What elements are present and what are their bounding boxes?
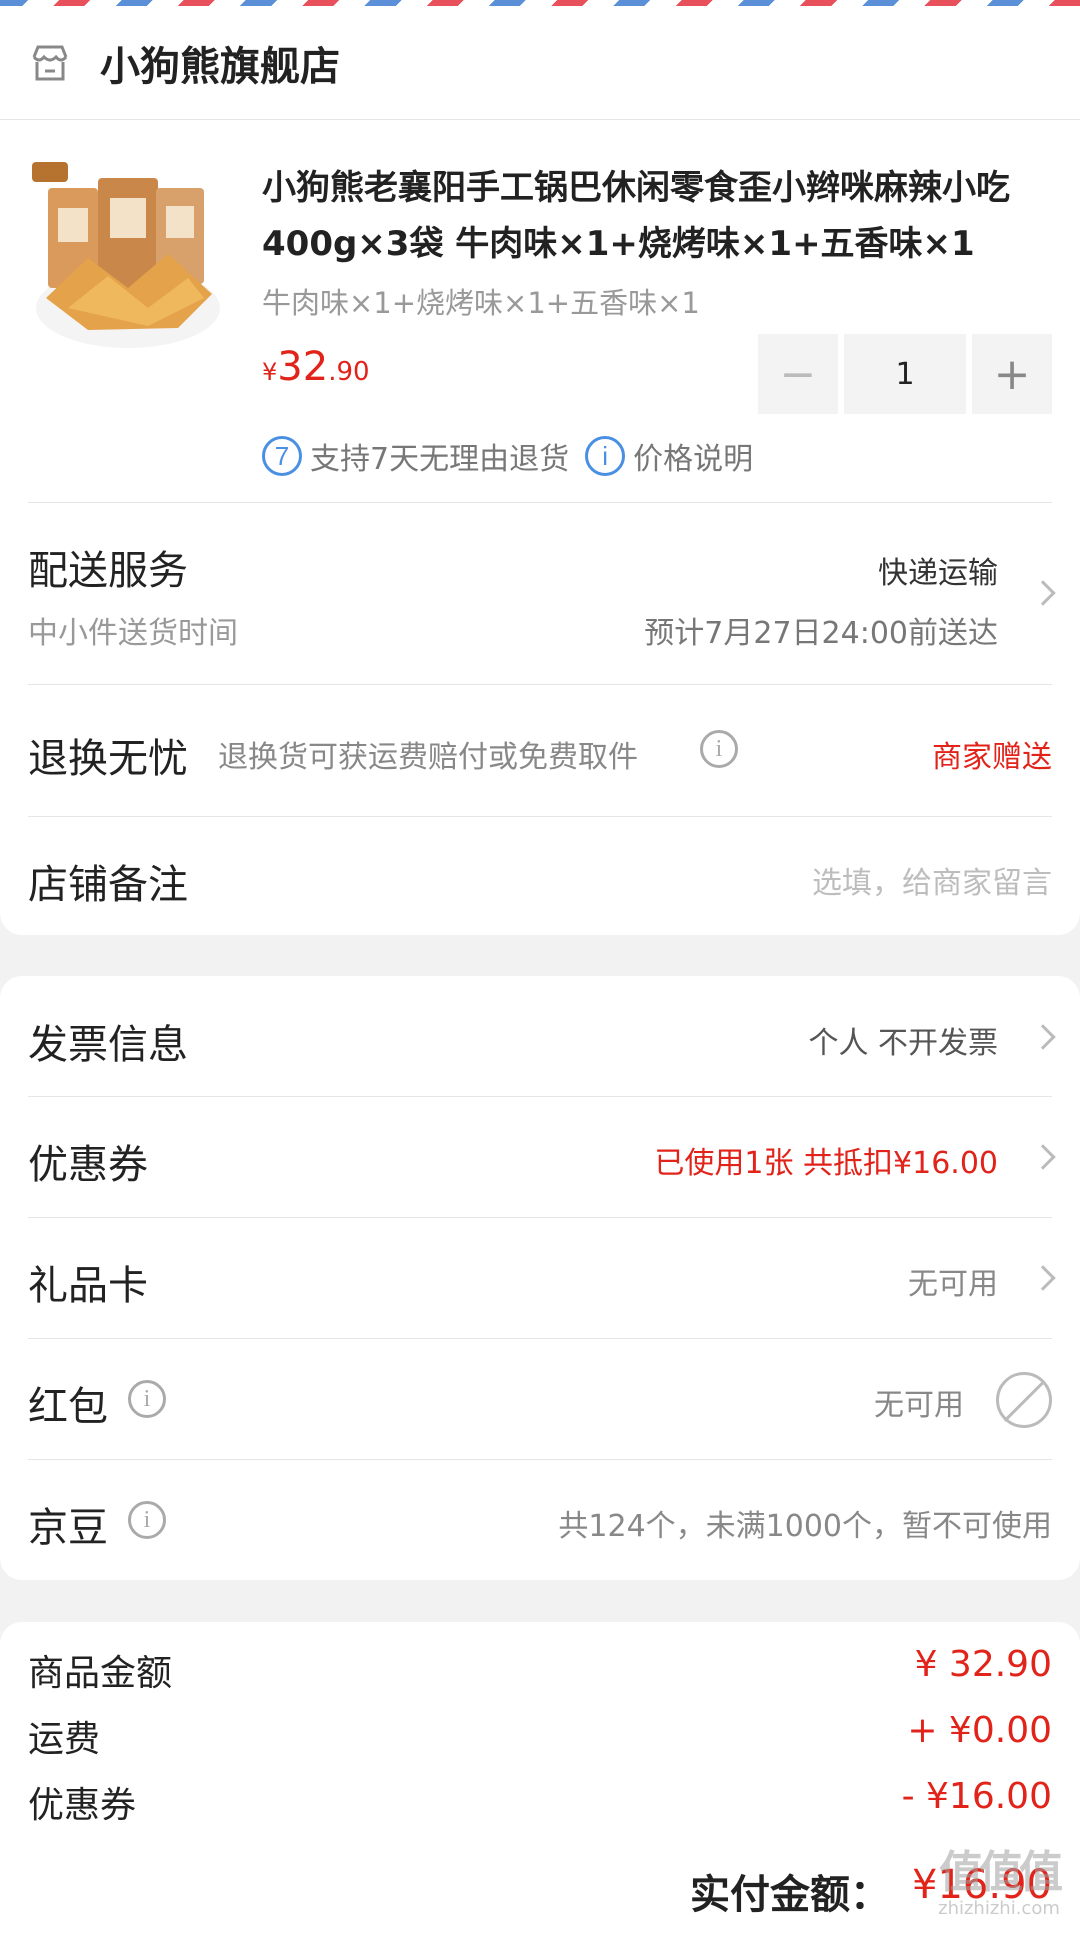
watermark-url: zhizhizhi.com (938, 1898, 1060, 1919)
product-image[interactable] (28, 158, 224, 354)
store-icon (32, 45, 68, 80)
invoice-title: 发票信息 (28, 1022, 188, 1068)
delivery-row[interactable]: 配送服务 中小件送货时间 快递运输 预计7月27日24:00前送达 (0, 502, 1080, 684)
seven-day-return-tag[interactable]: 支持7天无理由退货 (310, 434, 569, 478)
chevron-right-icon (1030, 1144, 1056, 1170)
gift-card-value: 无可用 (908, 1267, 998, 1302)
coupon-discount-value: - ¥16.00 (901, 1776, 1052, 1817)
delivery-eta: 预计7月27日24:00前送达 (644, 616, 998, 651)
shipping-value: + ¥0.00 (907, 1710, 1052, 1751)
order-summary-card: 商品金额 ¥ 32.90 运费 + ¥0.00 优惠券 - ¥16.00 实付金… (0, 1622, 1080, 1933)
chevron-right-icon (1030, 580, 1056, 606)
delivery-title: 配送服务 (28, 548, 188, 594)
price-decimal: .90 (328, 357, 370, 387)
return-service-value: 商家赠送 (932, 740, 1052, 775)
red-packet-value: 无可用 (874, 1388, 964, 1423)
delivery-method: 快递运输 (878, 556, 998, 591)
unavailable-icon (996, 1372, 1052, 1428)
delivery-subtitle: 中小件送货时间 (28, 616, 238, 651)
store-note-input[interactable]: 选填，给商家留言 (812, 858, 1052, 902)
quantity-value[interactable]: 1 (844, 334, 966, 414)
store-note-title: 店铺备注 (28, 862, 188, 908)
price-integer: 32 (277, 344, 329, 390)
store-note-row[interactable]: 店铺备注 选填，给商家留言 (0, 816, 1080, 935)
info-icon[interactable]: i (128, 1501, 166, 1539)
invoice-value: 个人 不开发票 (808, 1026, 998, 1061)
info-icon[interactable]: i (700, 730, 738, 768)
coupon-value: 已使用1张 共抵扣¥16.00 (654, 1146, 998, 1181)
increase-button[interactable]: + (972, 334, 1052, 414)
seven-day-icon: 7 (262, 436, 302, 476)
store-header[interactable]: 小狗熊旗舰店 (0, 6, 1080, 120)
red-packet-row[interactable]: 红包 i 无可用 (0, 1338, 1080, 1459)
service-tags: 7 支持7天无理由退货 i 价格说明 (262, 434, 753, 478)
return-service-row[interactable]: 退换无忧 退换货可获运费赔付或免费取件 i 商家赠送 (0, 684, 1080, 816)
product-spec: 牛肉味×1+烧烤味×1+五香味×1 (262, 286, 700, 320)
jingdou-title: 京豆 (28, 1505, 108, 1551)
payment-options-card: 发票信息 个人 不开发票 优惠券 已使用1张 共抵扣¥16.00 礼品卡 无可用… (0, 976, 1080, 1580)
coupon-title: 优惠券 (28, 1142, 148, 1188)
invoice-row[interactable]: 发票信息 个人 不开发票 (0, 976, 1080, 1096)
info-icon: i (585, 436, 626, 476)
goods-amount-value: ¥ 32.90 (914, 1644, 1052, 1685)
coupon-discount-label: 优惠券 (28, 1785, 137, 1826)
goods-amount-label: 商品金额 (28, 1653, 173, 1694)
return-service-desc: 退换货可获运费赔付或免费取件 (218, 740, 638, 775)
product-price: ¥32.90 (262, 344, 370, 390)
gift-card-row[interactable]: 礼品卡 无可用 (0, 1217, 1080, 1338)
product-item: 小狗熊老襄阳手工锅巴休闲零食歪小辫咪麻辣小吃400g×3袋 牛肉味×1+烧烤味×… (0, 120, 1080, 502)
order-card: 小狗熊旗舰店 小狗熊老襄阳手工锅巴休闲零食歪小辫咪麻辣小吃400g×3袋 牛肉味… (0, 6, 1080, 935)
watermark: 值值值 zhizhizhi.com (934, 1848, 1064, 1924)
total-label: 实付金额： (690, 1872, 890, 1918)
product-title[interactable]: 小狗熊老襄阳手工锅巴休闲零食歪小辫咪麻辣小吃400g×3袋 牛肉味×1+烧烤味×… (262, 160, 1052, 272)
decrease-button[interactable]: − (758, 334, 838, 414)
return-service-title: 退换无忧 (28, 736, 188, 782)
coupon-row[interactable]: 优惠券 已使用1张 共抵扣¥16.00 (0, 1096, 1080, 1217)
info-icon[interactable]: i (128, 1380, 166, 1418)
red-packet-title: 红包 (28, 1384, 108, 1430)
quantity-stepper: − 1 + (758, 334, 1052, 414)
gift-card-title: 礼品卡 (28, 1263, 148, 1309)
price-symbol: ¥ (262, 358, 278, 386)
chevron-right-icon (1030, 1024, 1056, 1050)
watermark-logo: 值值值 (939, 1847, 1063, 1898)
jingdou-value: 共124个，未满1000个，暂不可使用 (558, 1509, 1052, 1544)
store-name: 小狗熊旗舰店 (100, 43, 340, 90)
jingdou-row[interactable]: 京豆 i 共124个，未满1000个，暂不可使用 (0, 1459, 1080, 1580)
price-explain-link[interactable]: 价格说明 (633, 434, 753, 478)
shipping-label: 运费 (28, 1719, 101, 1760)
chevron-right-icon (1030, 1265, 1056, 1291)
